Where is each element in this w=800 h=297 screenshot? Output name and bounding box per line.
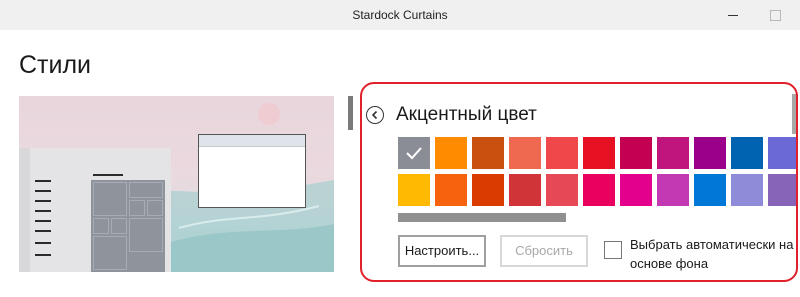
title-bar: Stardock Curtains [0,0,800,30]
window-title: Stardock Curtains [352,8,448,22]
color-swatch[interactable] [509,137,541,169]
accent-title: Акцентный цвет [396,104,537,125]
color-swatch[interactable] [620,137,652,169]
auto-select-label: Выбрать автоматически на основе фона [630,237,794,271]
color-swatch[interactable] [546,137,578,169]
color-swatch[interactable] [472,174,504,206]
reset-button[interactable]: Сбросить [500,235,588,267]
preview-window [198,134,306,208]
color-swatch[interactable] [509,174,541,206]
color-swatch[interactable] [472,137,504,169]
check-icon [406,147,422,160]
color-swatch[interactable] [768,137,796,169]
color-swatch[interactable] [731,174,763,206]
customize-button[interactable]: Настроить... [398,235,486,267]
color-swatch[interactable] [398,137,430,169]
maximize-icon[interactable] [758,0,792,30]
color-swatch[interactable] [657,174,689,206]
page-title: Стили [19,51,92,79]
color-swatch[interactable] [694,137,726,169]
color-swatch[interactable] [694,174,726,206]
color-swatch[interactable] [546,174,578,206]
preview-scrollbar[interactable] [348,96,353,130]
theme-preview [19,96,334,272]
preview-start-rail [19,148,30,272]
preview-window-titlebar [199,135,305,147]
swatch-scrollbar[interactable] [398,213,566,222]
color-swatch[interactable] [768,174,796,206]
color-swatch[interactable] [657,137,689,169]
color-swatch[interactable] [620,174,652,206]
minimize-icon[interactable] [716,0,750,30]
color-swatch[interactable] [398,174,430,206]
preview-tiles [91,180,165,272]
auto-select-checkbox[interactable] [604,241,622,259]
color-swatch[interactable] [583,174,615,206]
color-swatch[interactable] [731,137,763,169]
color-swatch[interactable] [435,137,467,169]
app-window: Stardock Curtains Стили Акцентный цвет Н… [0,0,800,297]
back-arrow-icon[interactable] [366,106,384,124]
color-swatch[interactable] [583,137,615,169]
accent-color-panel: Акцентный цвет Настроить... Сбросить Выб… [360,82,798,282]
color-swatch[interactable] [435,174,467,206]
